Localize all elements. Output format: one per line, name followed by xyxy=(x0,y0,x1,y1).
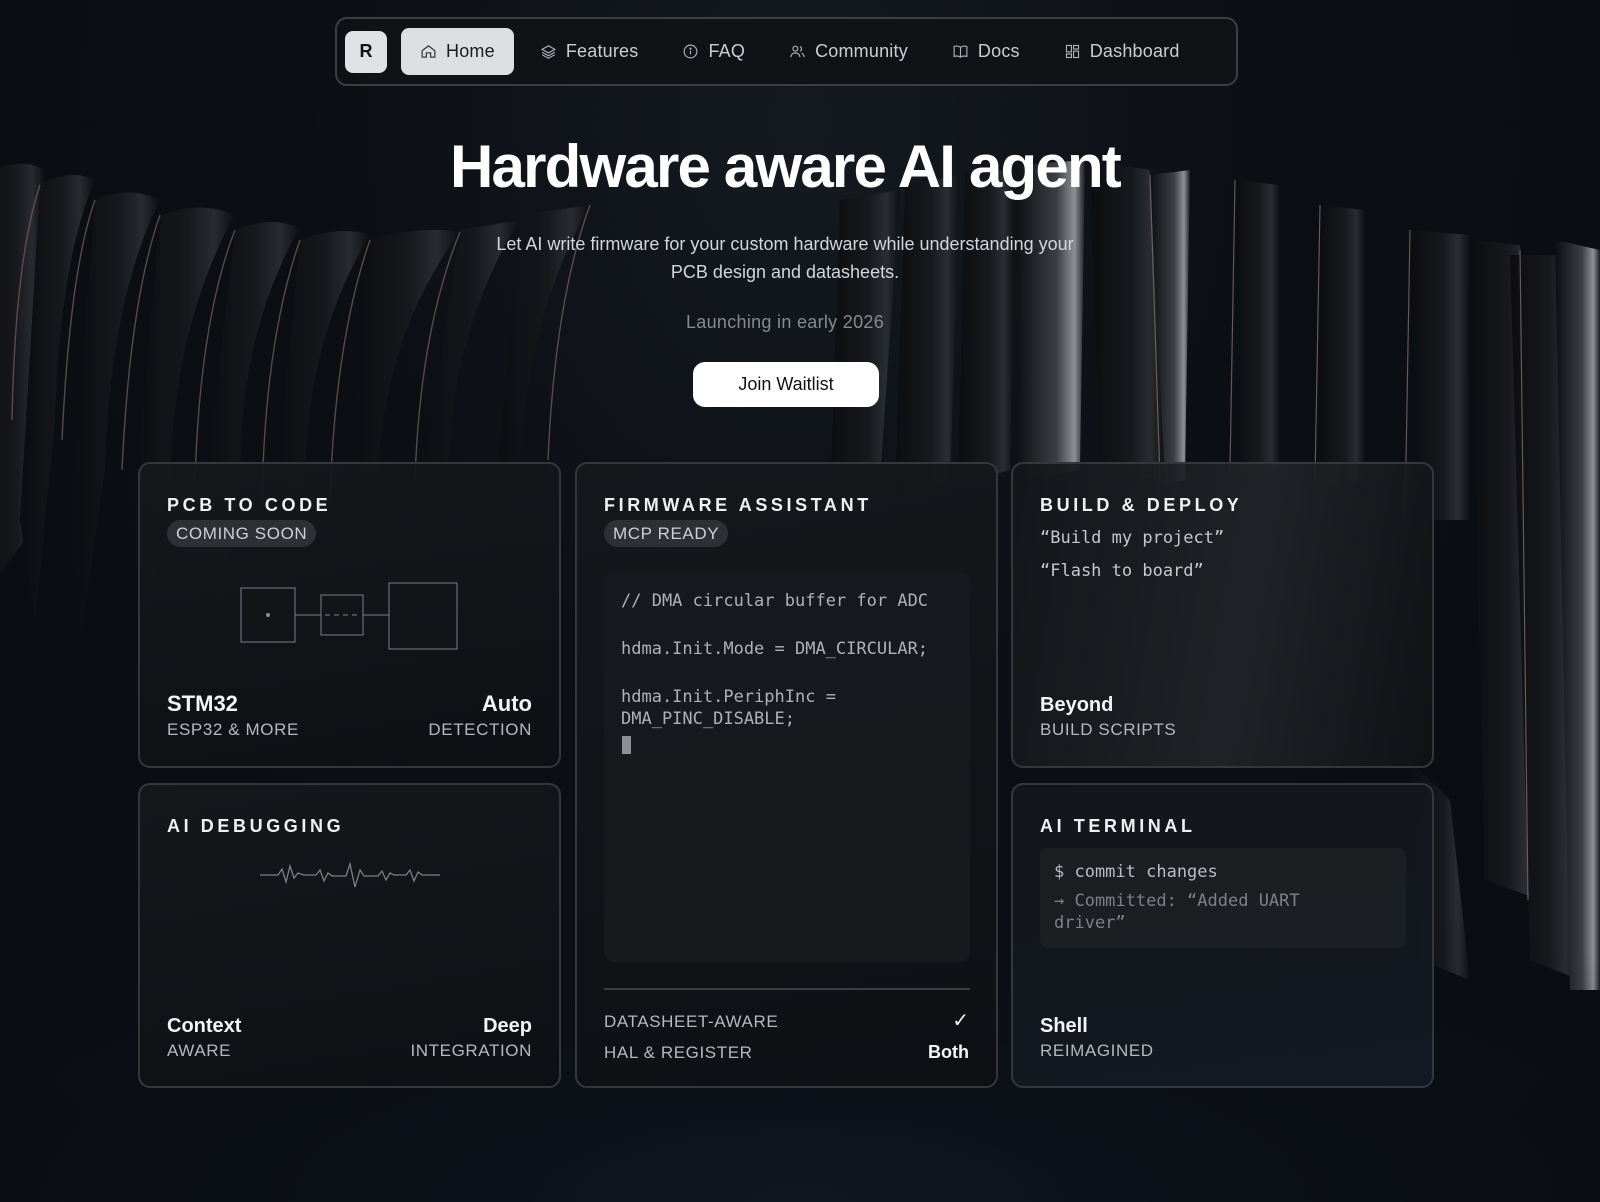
feature-value: Both xyxy=(928,1042,969,1062)
logo[interactable]: R xyxy=(345,30,387,73)
terminal-command: $ commit changes xyxy=(1054,862,1218,882)
top-nav: R Home Features FAQ Community Docs Dashb… xyxy=(335,17,1238,86)
card-title: PCB TO CODE xyxy=(167,495,332,515)
info-icon xyxy=(684,44,698,59)
join-waitlist-button[interactable]: Join Waitlist xyxy=(693,362,879,407)
example-prompt: “Flash to board” xyxy=(1040,561,1204,581)
layers-icon xyxy=(540,45,556,59)
nav-features-label: Features xyxy=(565,41,639,61)
hero-subtitle: Let AI write firmware for your custom ha… xyxy=(496,234,1074,282)
stat-secondary-label: INTEGRATION xyxy=(410,1041,532,1060)
launch-date-text: Launching in early 2026 xyxy=(685,312,885,332)
example-prompt: “Build my project” xyxy=(1040,528,1225,548)
nav-community-label: Community xyxy=(815,41,908,61)
code-line: hdma.Init.PeriphInc = DMA_PINC_DISABLE; xyxy=(621,687,836,729)
text-cursor xyxy=(622,736,631,754)
nav-home[interactable]: Home xyxy=(401,28,514,75)
card-title: FIRMWARE ASSISTANT xyxy=(604,495,872,515)
pcb-schematic-illustration xyxy=(240,582,458,650)
nav-faq[interactable]: FAQ xyxy=(664,28,763,75)
grid-icon xyxy=(1065,44,1079,59)
nav-docs-label: Docs xyxy=(977,41,1020,61)
stat-primary-label: AWARE xyxy=(167,1041,232,1060)
nav-dashboard-label: Dashboard xyxy=(1089,41,1180,61)
card-title: AI TERMINAL xyxy=(1040,816,1196,836)
card-build-deploy: BUILD & DEPLOY “Build my project” “Flash… xyxy=(1011,462,1434,768)
code-line: // DMA circular buffer for ADC xyxy=(621,591,929,611)
stat-secondary-label: DETECTION xyxy=(428,720,532,739)
waveform-illustration xyxy=(260,861,440,888)
stat-primary-label: ESP32 & MORE xyxy=(167,720,299,739)
card-pcb-to-code: PCB TO CODE COMING SOON STM32 ESP32 & MO… xyxy=(138,462,561,768)
feature-label: HAL & REGISTER xyxy=(604,1043,753,1062)
nav-home-label: Home xyxy=(446,41,495,61)
stat-primary-label: REIMAGINED xyxy=(1040,1041,1154,1060)
stat-primary-value: STM32 xyxy=(167,691,238,716)
hero-title: Hardware aware AI agent xyxy=(450,133,1122,200)
nav-community[interactable]: Community xyxy=(771,28,926,75)
terminal-output: → Committed: “Added UART driver” xyxy=(1054,891,1300,933)
stat-primary-value: Shell xyxy=(1040,1015,1088,1037)
card-title: BUILD & DEPLOY xyxy=(1040,495,1243,515)
status-badge: COMING SOON xyxy=(167,520,317,547)
nav-docs[interactable]: Docs xyxy=(934,28,1038,75)
nav-faq-label: FAQ xyxy=(708,41,746,61)
check-icon: ✓ xyxy=(952,1010,969,1032)
stat-secondary-value: Deep xyxy=(483,1015,532,1037)
nav-features[interactable]: Features xyxy=(522,28,657,75)
stat-primary-value: Beyond xyxy=(1040,694,1114,716)
status-badge: MCP READY xyxy=(604,520,729,547)
card-ai-terminal: AI TERMINAL $ commit changes → Committed… xyxy=(1011,783,1434,1088)
code-editor[interactable]: // DMA circular buffer for ADC hdma.Init… xyxy=(604,572,970,962)
divider xyxy=(604,988,970,990)
home-icon xyxy=(421,45,436,58)
terminal-window[interactable]: $ commit changes → Committed: “Added UAR… xyxy=(1040,848,1406,948)
card-ai-debugging: AI DEBUGGING Context AWARE Deep INTEGRAT… xyxy=(138,783,561,1088)
users-icon xyxy=(790,45,805,58)
feature-label: DATASHEET-AWARE xyxy=(604,1012,779,1031)
card-title: AI DEBUGGING xyxy=(167,816,345,836)
book-icon xyxy=(953,45,968,58)
code-line: hdma.Init.Mode = DMA_CIRCULAR; xyxy=(621,639,929,659)
stat-secondary-value: Auto xyxy=(481,691,532,716)
nav-dashboard[interactable]: Dashboard xyxy=(1046,28,1198,75)
card-firmware-assistant: FIRMWARE ASSISTANT MCP READY // DMA circ… xyxy=(575,462,998,1088)
stat-primary-label: BUILD SCRIPTS xyxy=(1040,720,1177,739)
stat-primary-value: Context xyxy=(167,1015,242,1037)
